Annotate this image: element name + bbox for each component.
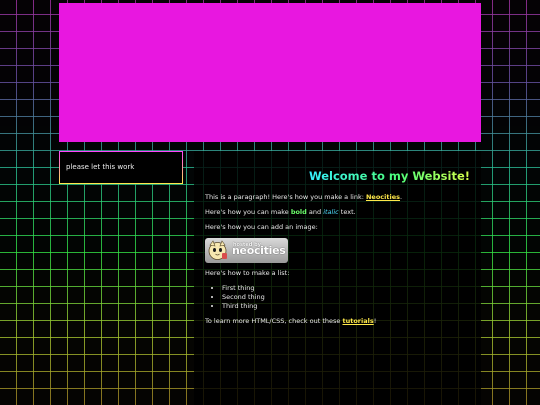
hosted-by-neocities-badge[interactable]: hosted by neocities <box>205 238 288 263</box>
tutorial-prefix: To learn more HTML/CSS, check out these <box>205 317 343 325</box>
header-banner <box>59 3 481 142</box>
example-list: First thing Second thing Third thing <box>205 284 475 311</box>
paragraph-link-suffix: . <box>400 193 403 201</box>
paragraph-list-intro: Here's how to make a list: <box>205 269 290 277</box>
format-prefix: Here's how you can make <box>205 208 291 216</box>
page-title: Welcome to my Website! <box>308 169 470 183</box>
sidebar-box: please let this work <box>59 151 183 184</box>
list-item: Second thing <box>222 293 475 302</box>
format-middle: and <box>306 208 324 216</box>
bold-text: bold <box>290 208 307 216</box>
paragraph-tutorials: To learn more HTML/CSS, check out these … <box>205 317 475 326</box>
paragraph-link: This is a paragraph! Here's how you make… <box>205 193 475 202</box>
tutorials-link[interactable]: tutorials <box>342 317 373 325</box>
paragraph-image: Here's how you can add an image: <box>205 223 318 231</box>
list-item: First thing <box>222 284 475 293</box>
tutorial-suffix: ! <box>373 317 377 325</box>
format-suffix: text. <box>338 208 356 216</box>
badge-big-text: neocities <box>232 244 286 257</box>
paragraph-format: Here's how you can make bold and italic … <box>205 208 475 217</box>
content-body: This is a paragraph! Here's how you make… <box>205 193 475 332</box>
list-item: Third thing <box>222 302 475 311</box>
sidebar-text: please let this work <box>66 163 135 171</box>
italic-text: italic <box>323 208 339 216</box>
paragraph-link-prefix: This is a paragraph! Here's how you make… <box>205 193 366 201</box>
neocities-link[interactable]: Neocities <box>366 193 400 201</box>
main-content: Welcome to my Website! This is a paragra… <box>194 151 481 405</box>
neocities-cat-icon <box>208 240 227 260</box>
